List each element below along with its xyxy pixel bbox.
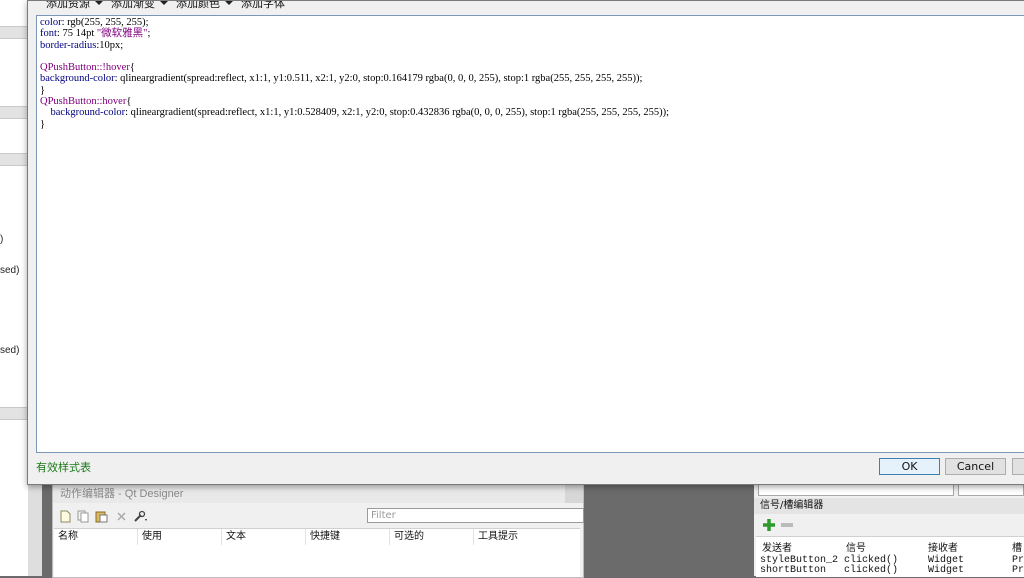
code-line[interactable]: background-color: qlineargradient(spread… xyxy=(40,107,670,119)
add-resource-menu[interactable]: 添加资源 xyxy=(46,1,90,10)
code-selector: QPushButton::!hover xyxy=(40,62,130,74)
code-text: { xyxy=(129,62,135,74)
property-fragment: sed) xyxy=(0,345,20,356)
truncated-text: ) xyxy=(0,234,4,245)
panel-header xyxy=(0,26,28,39)
code-line[interactable]: border-radius:10px; xyxy=(40,40,123,51)
connection-sender[interactable]: shortButton xyxy=(760,565,826,576)
stylesheet-code[interactable]: color: rgb(255, 255, 255); font: 75 14pt… xyxy=(40,17,669,130)
property-input[interactable] xyxy=(958,484,1024,496)
code-property: border-radius xyxy=(40,39,97,51)
add-font-menu[interactable]: 添加字体 xyxy=(241,1,285,10)
stylesheet-toolbar: 添加资源 添加渐变 添加颜色 添加字体 xyxy=(28,1,1024,10)
code-property: background-color xyxy=(50,107,126,119)
column-header-checkable[interactable]: 可选的 xyxy=(390,529,474,545)
column-header-tooltip[interactable]: 工具提示 xyxy=(474,529,580,545)
connection-signal[interactable]: clicked() xyxy=(844,565,898,576)
connections-table: 发送者 信号 接收者 槽 styleButton_2 clicked() Wid… xyxy=(756,536,1024,577)
copy-icon[interactable] xyxy=(77,510,90,523)
code-line[interactable]: background-color: qlineargradient(spread… xyxy=(40,73,642,84)
code-text: { xyxy=(126,96,132,108)
designer-left-panel: ) sed) sed) xyxy=(0,0,29,576)
code-string: "微软雅黑" xyxy=(96,28,148,40)
add-color-menu[interactable]: 添加颜色 xyxy=(176,1,220,10)
code-line[interactable]: QPushButton::!hover{ xyxy=(40,62,135,73)
chevron-down-icon[interactable] xyxy=(225,1,233,5)
connection-receiver[interactable]: Widget xyxy=(928,565,964,576)
code-line[interactable]: color: rgb(255, 255, 255); xyxy=(40,17,149,28)
action-editor-toolbar: Filter xyxy=(53,507,584,527)
designer-splitter xyxy=(28,478,42,576)
chevron-down-icon[interactable] xyxy=(160,1,168,5)
code-text: } xyxy=(40,118,46,130)
code-text: : qlineargradient(spread:reflect, x1:1, … xyxy=(125,107,670,119)
code-line[interactable]: font: 75 14pt "微软雅黑"; xyxy=(40,28,150,39)
signal-slot-editor-title[interactable]: 信号/槽编辑器 xyxy=(754,498,1024,514)
add-connection-icon[interactable] xyxy=(762,518,776,535)
configure-wrench-icon[interactable] xyxy=(133,510,147,523)
code-text: ; xyxy=(147,28,151,40)
column-header-used[interactable]: 使用 xyxy=(138,529,222,545)
action-editor-panel: 动作编辑器 - Qt Designer Filter 名称 使用 文本 快捷键 … xyxy=(52,484,584,578)
apply-button[interactable] xyxy=(1012,458,1024,475)
panel-header xyxy=(0,106,28,119)
chevron-down-icon[interactable] xyxy=(95,1,103,5)
code-property: background-color xyxy=(40,73,115,85)
signal-slot-editor-panel: 信号/槽编辑器 发送者 信号 接收者 槽 styleButton_2 click… xyxy=(754,484,1024,577)
column-header-shortcut[interactable]: 快捷键 xyxy=(306,529,390,545)
edit-stylesheet-dialog: 添加资源 添加渐变 添加颜色 添加字体 color: rgb(255, 255,… xyxy=(27,0,1024,485)
validity-status: 有效样式表 xyxy=(36,461,91,474)
code-line[interactable]: } xyxy=(40,119,45,130)
code-text: : 75 14pt xyxy=(56,28,97,40)
add-gradient-menu[interactable]: 添加渐变 xyxy=(111,1,155,10)
column-header-name[interactable]: 名称 xyxy=(54,529,138,545)
column-header-sender[interactable]: 发送者 xyxy=(762,539,792,554)
action-editor-title[interactable]: 动作编辑器 - Qt Designer xyxy=(53,485,568,503)
remove-connection-icon[interactable] xyxy=(781,523,793,527)
panel-float-button[interactable] xyxy=(565,485,583,503)
filter-input[interactable]: Filter xyxy=(367,508,584,523)
code-line[interactable]: } xyxy=(40,85,45,96)
property-fragment: sed) xyxy=(0,265,20,276)
ok-button[interactable]: OK xyxy=(879,458,940,475)
code-selector: QPushButton::hover xyxy=(40,96,127,108)
paste-icon[interactable] xyxy=(95,510,108,523)
stylesheet-text-editor[interactable]: color: rgb(255, 255, 255); font: 75 14pt… xyxy=(36,15,1024,453)
delete-icon[interactable] xyxy=(115,510,128,523)
connection-slot[interactable]: Pre xyxy=(1012,565,1024,576)
code-text: : rgb(255, 255, 255); xyxy=(61,17,149,28)
cancel-button[interactable]: Cancel xyxy=(945,458,1006,475)
code-property: color xyxy=(40,17,62,28)
panel-header xyxy=(0,407,28,420)
code-text: : qlineargradient(spread:reflect, x1:1, … xyxy=(114,73,643,85)
column-header-text[interactable]: 文本 xyxy=(222,529,306,545)
column-header-receiver[interactable]: 接收者 xyxy=(928,539,958,554)
new-action-icon[interactable] xyxy=(59,510,72,523)
code-property: font xyxy=(40,28,57,40)
panel-header xyxy=(0,153,28,166)
column-header-signal[interactable]: 信号 xyxy=(846,539,866,554)
actions-table: 名称 使用 文本 快捷键 可选的 工具提示 xyxy=(54,528,580,577)
code-text: } xyxy=(40,84,46,96)
code-text: :10px; xyxy=(96,39,124,51)
property-input[interactable] xyxy=(758,484,954,496)
column-header-slot[interactable]: 槽 xyxy=(1012,539,1022,554)
code-line[interactable]: QPushButton::hover{ xyxy=(40,96,131,107)
